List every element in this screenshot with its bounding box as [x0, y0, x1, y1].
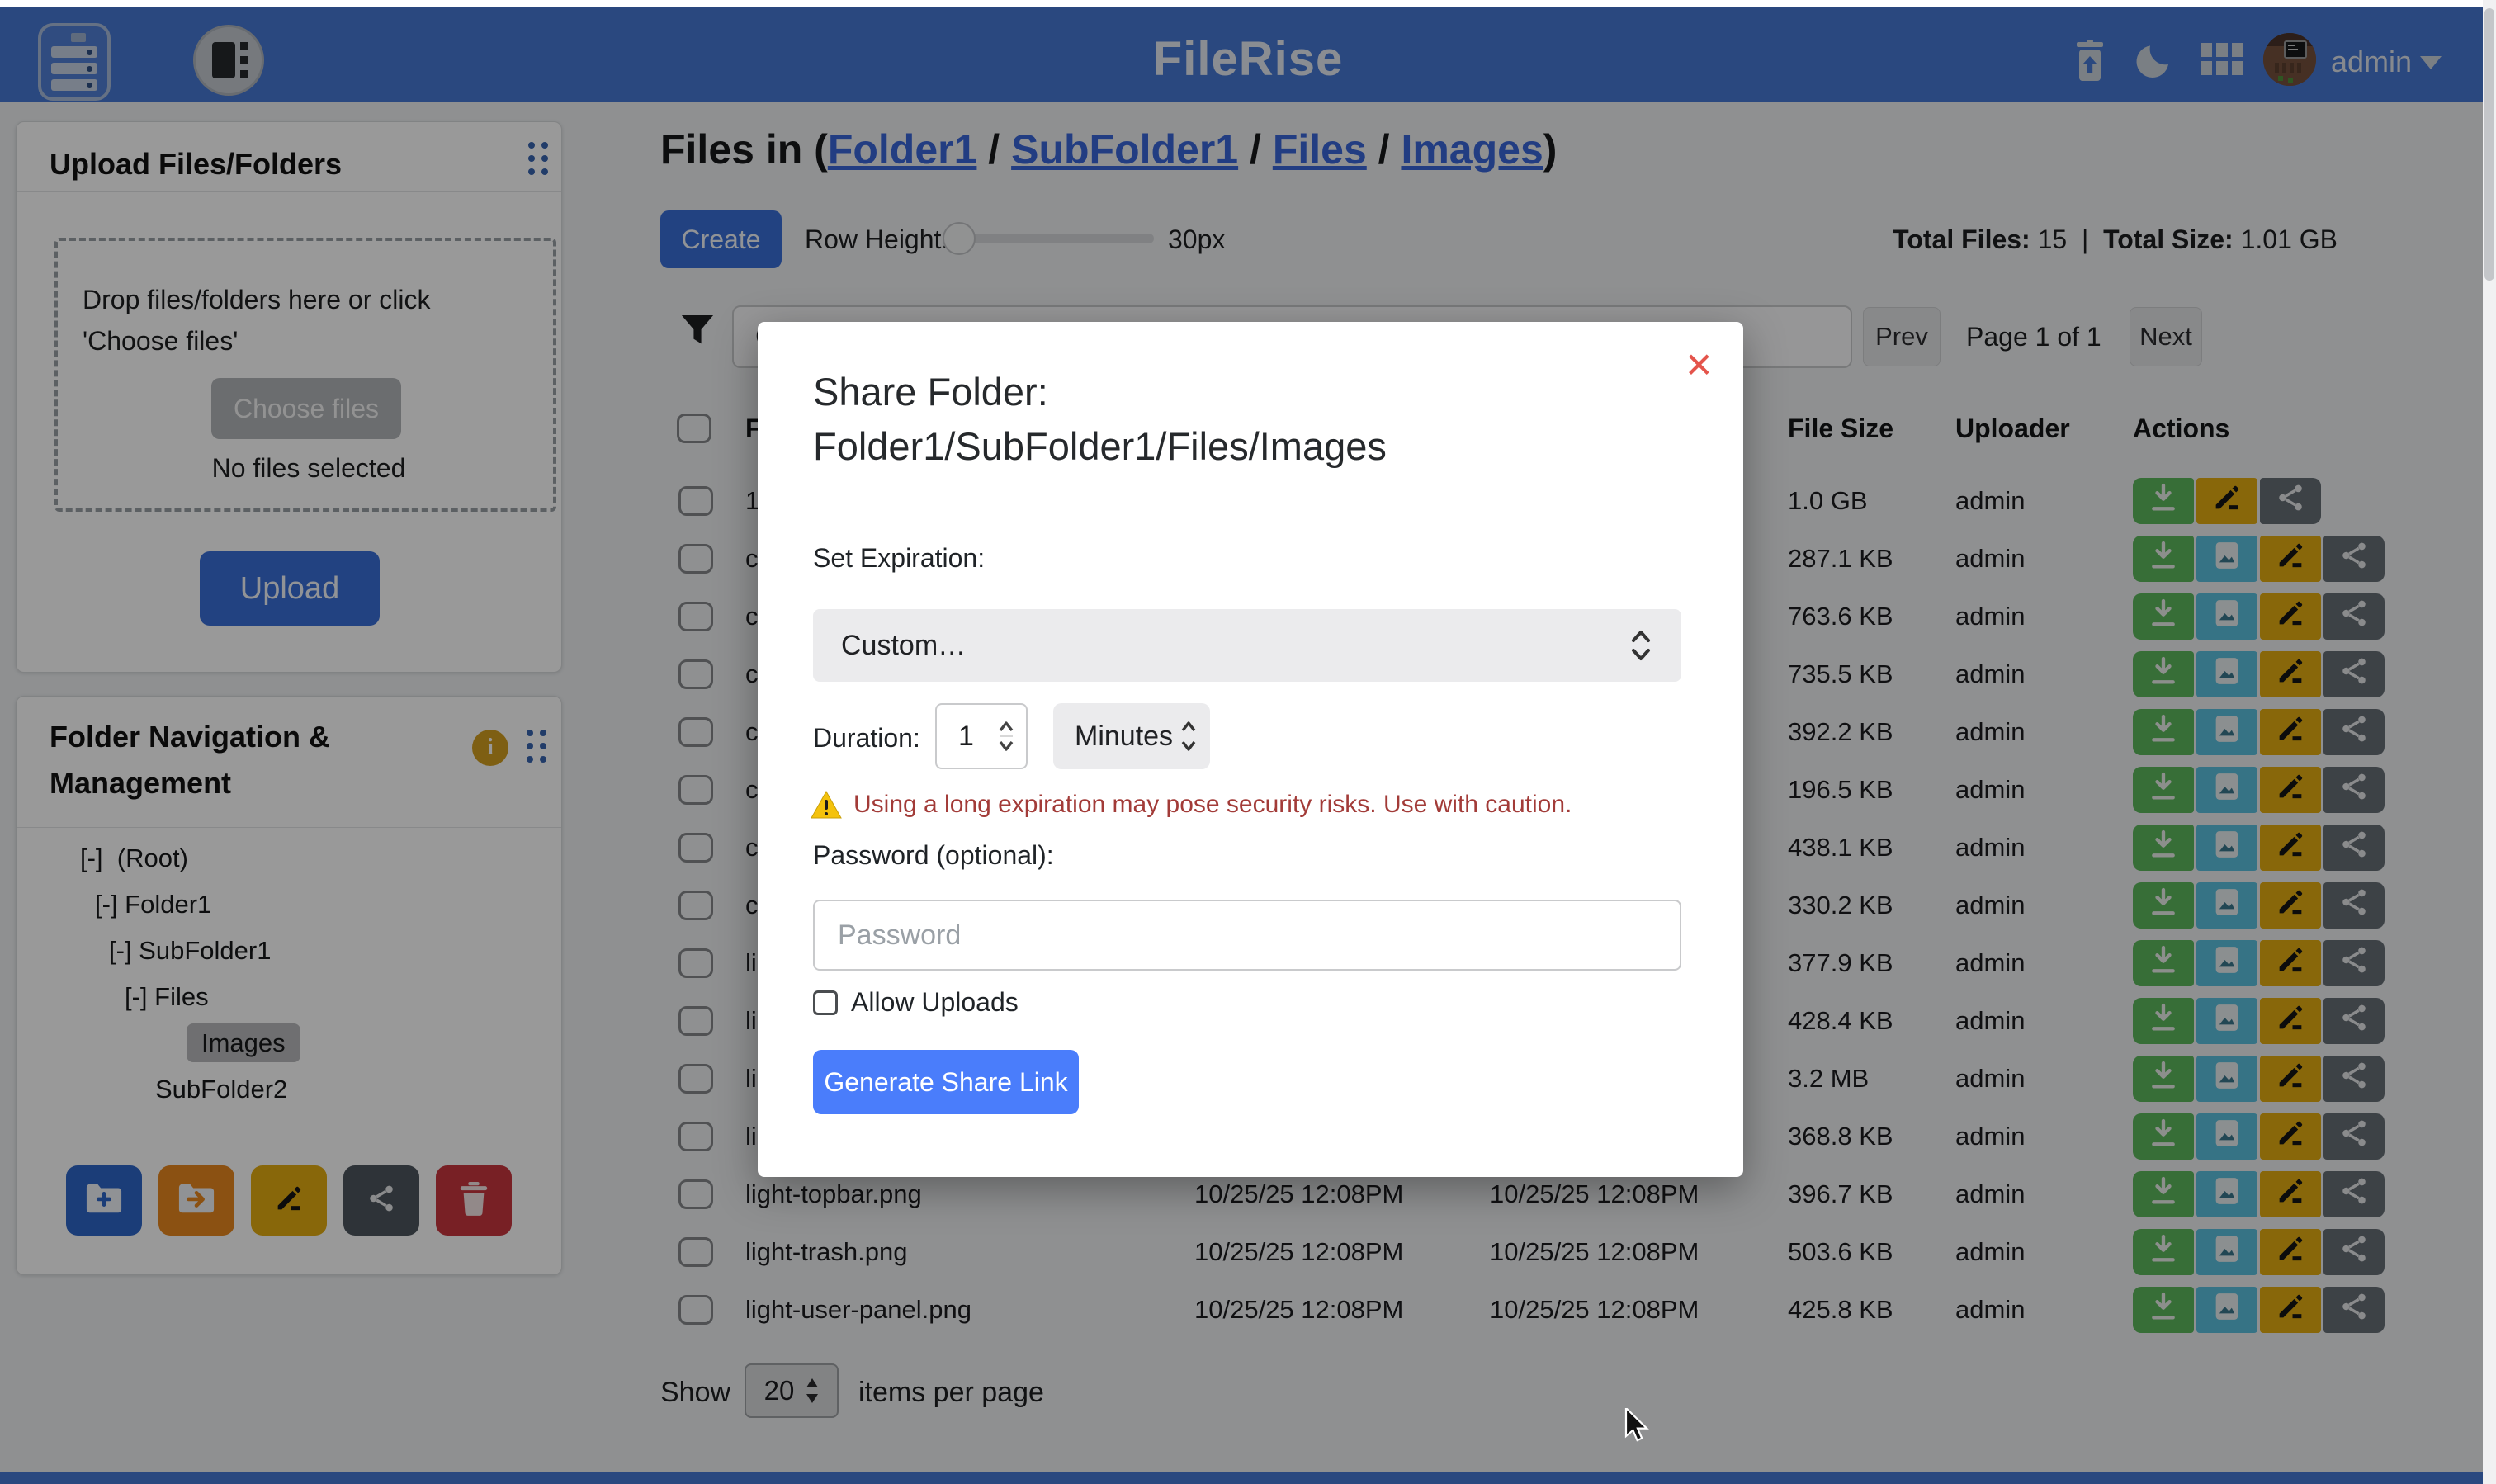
duration-label: Duration:: [813, 723, 920, 754]
mouse-cursor: [1624, 1408, 1657, 1444]
warning-text: Using a long expiration may pose securit…: [853, 791, 1572, 819]
expiration-select[interactable]: Custom…: [813, 609, 1681, 682]
allow-uploads-label: Allow Uploads: [851, 987, 1019, 1018]
select-chevrons-icon: [1180, 717, 1197, 755]
generate-share-link-button[interactable]: Generate Share Link: [813, 1050, 1079, 1114]
close-icon[interactable]: ✕: [1685, 345, 1714, 385]
password-label: Password (optional):: [813, 840, 1054, 871]
select-chevrons-icon: [1630, 627, 1652, 664]
allow-uploads-checkbox[interactable]: [813, 990, 838, 1015]
modal-title: Share Folder: Folder1/SubFolder1/Files/I…: [813, 365, 1663, 474]
expiration-warning: Using a long expiration may pose securit…: [811, 791, 1572, 819]
share-folder-modal: ✕ Share Folder: Folder1/SubFolder1/Files…: [758, 322, 1743, 1177]
duration-unit-select[interactable]: Minutes: [1053, 703, 1210, 769]
expiration-label: Set Expiration:: [813, 543, 985, 574]
scrollbar-thumb[interactable]: [2484, 8, 2494, 281]
warning-icon: [811, 791, 842, 819]
scrollbar-track[interactable]: [2483, 0, 2496, 1484]
window-top-strip: [0, 0, 2496, 7]
duration-number-input[interactable]: 1: [935, 703, 1028, 769]
expiration-value: Custom…: [841, 630, 966, 662]
password-input[interactable]: Password: [813, 900, 1681, 971]
number-spinner-icon[interactable]: [998, 717, 1014, 755]
password-placeholder: Password: [838, 919, 961, 952]
